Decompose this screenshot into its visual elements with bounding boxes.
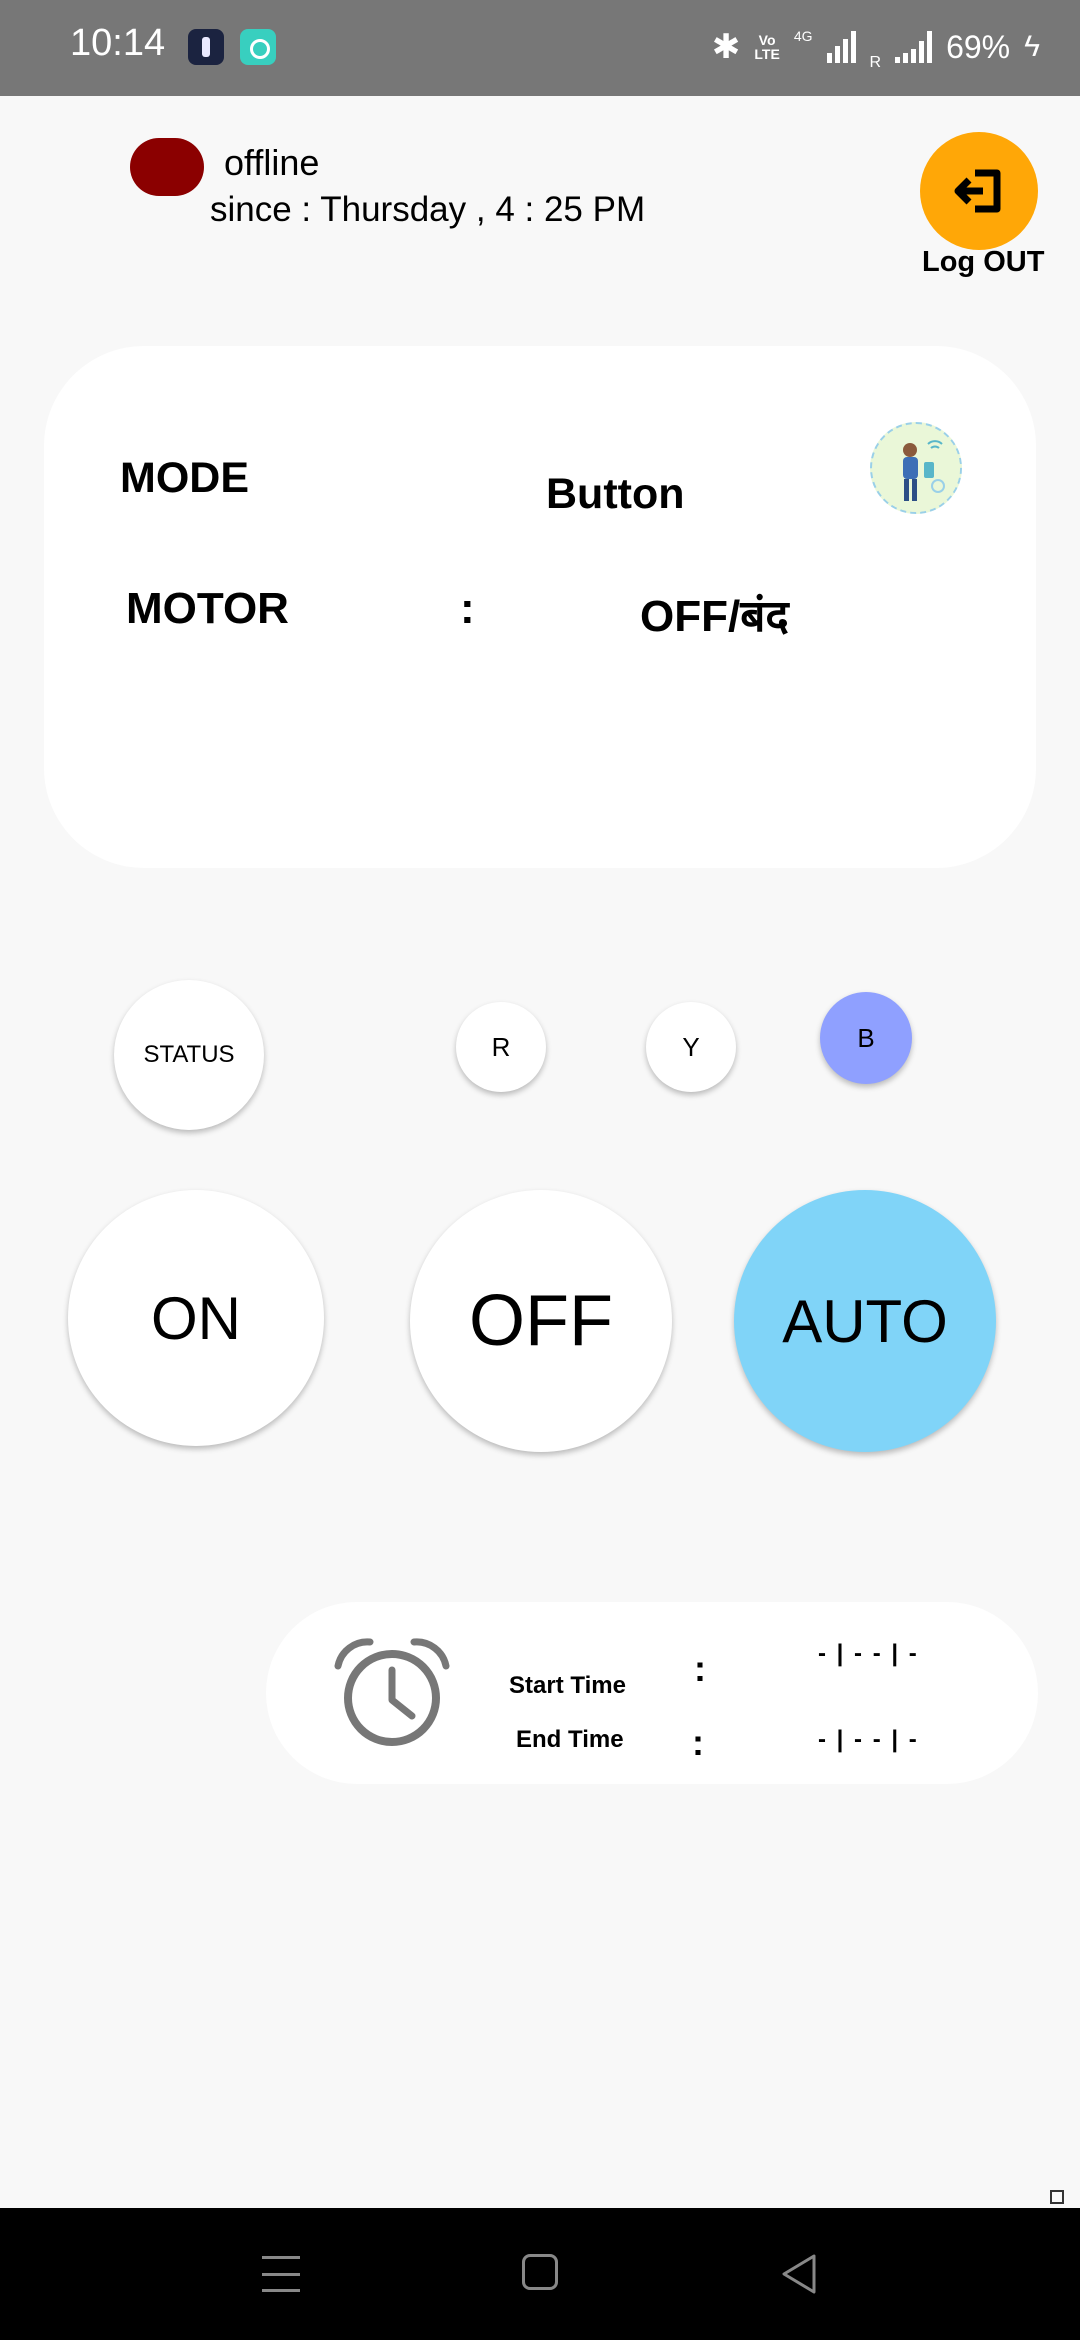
start-time-value: - | - - | - <box>818 1640 919 1667</box>
signal-icon-2 <box>895 31 933 63</box>
mode-value: Button <box>546 470 685 518</box>
on-button[interactable]: ON <box>68 1190 324 1446</box>
roaming-indicator: R <box>869 54 882 71</box>
end-time-label: End Time <box>516 1726 624 1753</box>
motor-separator: : <box>460 584 475 633</box>
status-bar: 10:14 ✱ Vo LTE 4G R 69% ϟ <box>0 0 1080 96</box>
home-icon[interactable] <box>522 2254 558 2290</box>
phase-y-indicator[interactable]: Y <box>646 1002 736 1092</box>
battery-percent: 69% <box>946 28 1011 65</box>
end-time-separator: : <box>692 1722 704 1763</box>
chat-notification-icon <box>240 29 276 65</box>
end-time-value: - | - - | - <box>818 1726 919 1753</box>
volte-bottom: LTE <box>754 46 780 62</box>
connection-since: since : Thursday , 4 : 25 PM <box>210 190 646 229</box>
menu-icon[interactable] <box>262 2256 300 2292</box>
network-type: 4G <box>793 28 813 44</box>
connection-indicator <box>130 138 204 196</box>
navigation-bar <box>0 2208 1080 2340</box>
off-button[interactable]: OFF <box>410 1190 672 1452</box>
logout-button[interactable] <box>920 132 1038 250</box>
back-icon[interactable] <box>778 2252 818 2296</box>
motor-status-value: OFF/बंद <box>640 592 789 641</box>
motor-label: MOTOR <box>126 584 289 633</box>
signal-icon <box>826 31 856 63</box>
start-time-label: Start Time <box>509 1672 626 1699</box>
volte-icon: Vo LTE <box>754 33 779 61</box>
start-time-separator: : <box>694 1648 706 1689</box>
status-indicators: ✱ Vo LTE 4G R 69% ϟ <box>712 22 1040 72</box>
status-button[interactable]: STATUS <box>114 980 264 1130</box>
phase-r-indicator[interactable]: R <box>456 1002 546 1092</box>
auto-button[interactable]: AUTO <box>734 1190 996 1452</box>
debug-overlay-icon <box>1050 2190 1064 2204</box>
status-time: 10:14 <box>70 22 166 64</box>
alarm-clock-icon[interactable] <box>330 1636 454 1752</box>
bluetooth-icon: ✱ <box>711 28 741 66</box>
phase-b-indicator[interactable]: B <box>820 992 912 1084</box>
logout-icon <box>954 169 1001 213</box>
mode-label: MODE <box>120 454 249 502</box>
battery-charging-icon: ϟ <box>1024 30 1040 63</box>
logout-label[interactable]: Log OUT <box>922 246 1044 279</box>
farmer-avatar-icon <box>870 422 962 514</box>
app-notification-icon <box>188 29 224 65</box>
connection-state: offline <box>224 142 320 183</box>
